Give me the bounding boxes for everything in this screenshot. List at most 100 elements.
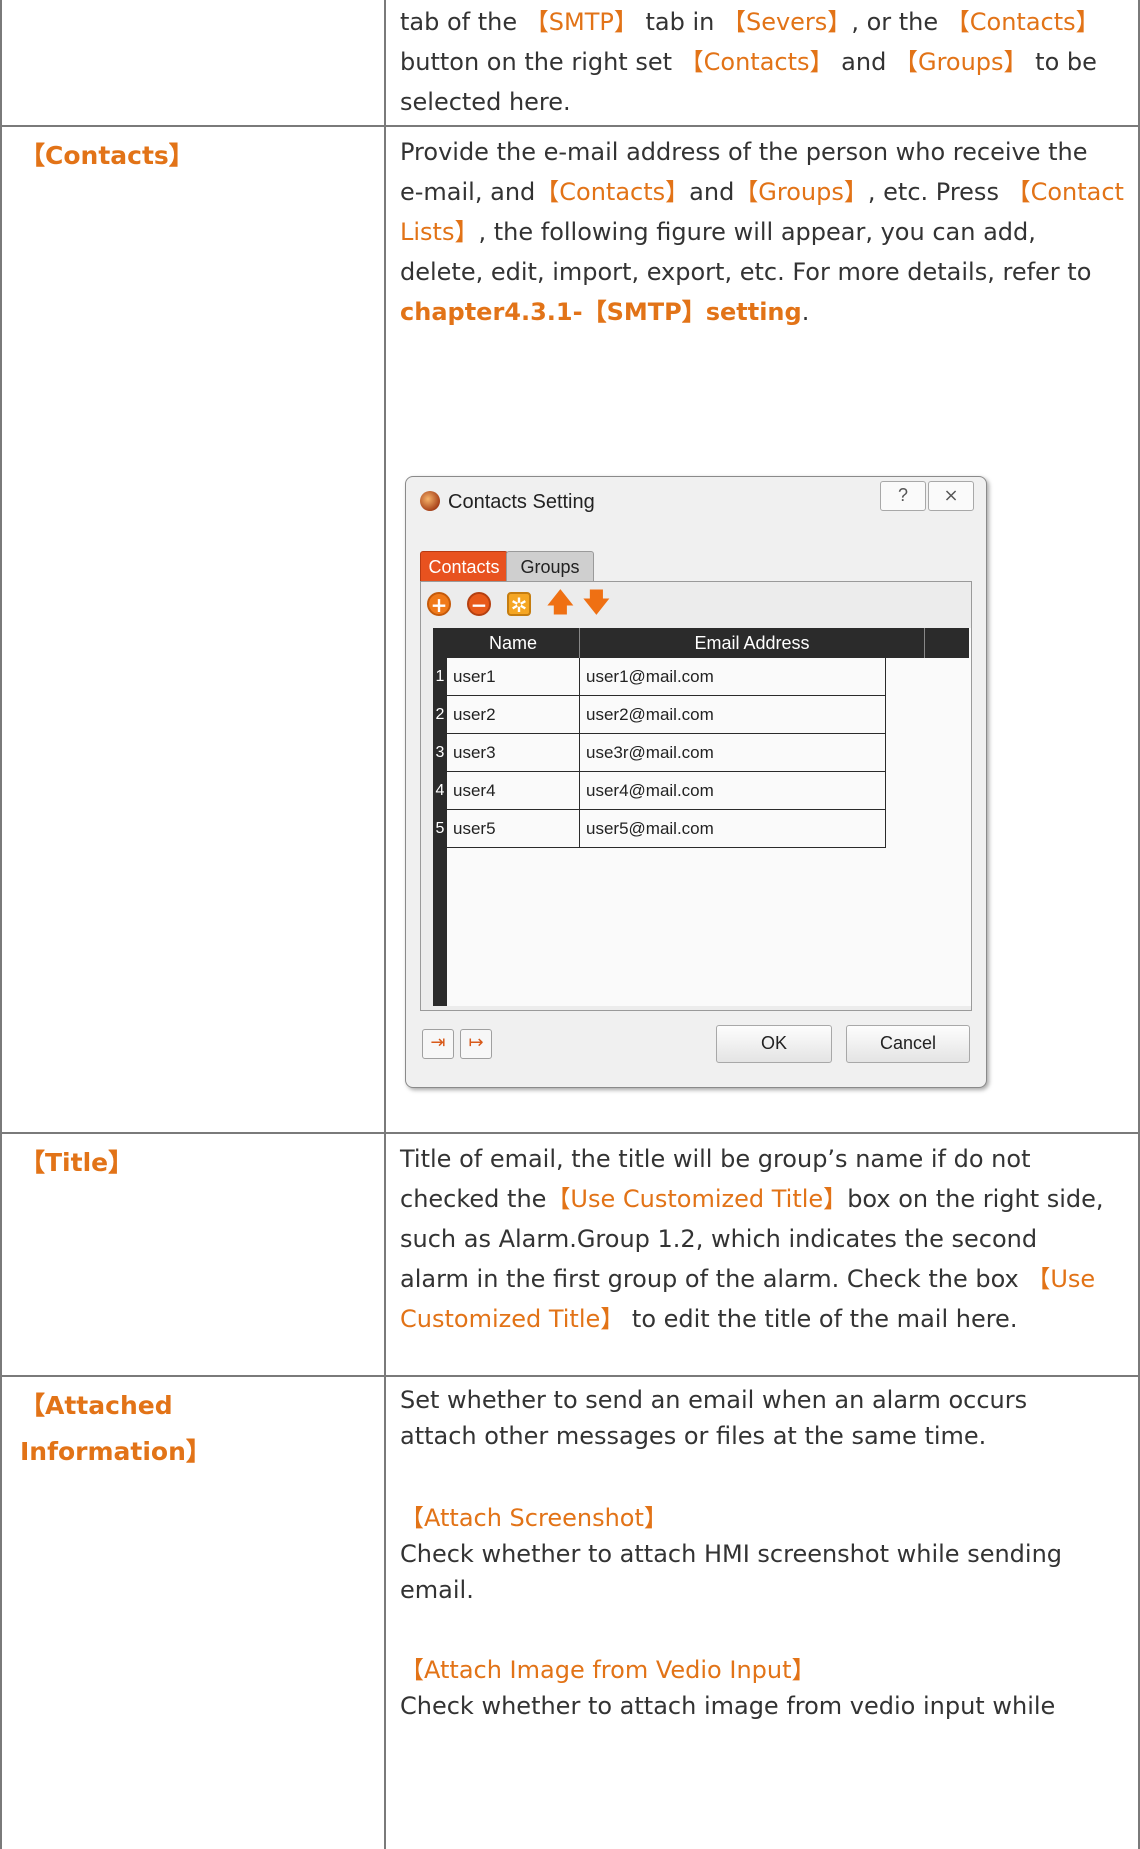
term-contacts: 【Contacts】 (945, 8, 1100, 36)
app-logo-icon (420, 491, 440, 511)
row-divider (0, 1132, 1140, 1134)
row-number: 4 (435, 782, 445, 799)
term-contacts: 【Contacts】 (679, 48, 834, 76)
term-groups: 【Groups】 (734, 178, 868, 206)
table-border-left (0, 0, 2, 1849)
text: to edit the title of the mail here. (624, 1305, 1018, 1333)
close-button[interactable]: ⨯ (928, 481, 974, 511)
text: selected here. (400, 88, 571, 116)
intro-line-1: tab of the 【SMTP】 tab in 【Severs】, or th… (400, 2, 1128, 42)
title-desc-line-5: Customized Title】 to edit the title of t… (400, 1299, 1128, 1339)
attached-label-cell: 【Attached Information】 (0, 1378, 386, 1472)
term-groups: 【Groups】 (893, 48, 1028, 76)
column-header-name[interactable]: Name (447, 628, 580, 658)
text: button on the right set (400, 48, 680, 76)
table-row[interactable]: 2 user2 user2@mail.com (433, 696, 886, 734)
attached-description: Set whether to send an email when an ala… (386, 1378, 1140, 1724)
text: and (689, 178, 735, 206)
title-desc-line-2: checked the【Use Customized Title】box on … (400, 1179, 1128, 1219)
table-row[interactable]: 3 user3 use3r@mail.com (433, 734, 886, 772)
attached-label-line-2: Information】 (20, 1437, 211, 1466)
title-label: 【Title】 (20, 1148, 134, 1177)
attached-desc-line-2: attach other messages or files at the sa… (400, 1422, 987, 1450)
term-contact-lists: 【Contact (1006, 178, 1124, 206)
contacts-label-cell: 【Contacts】 (0, 128, 386, 176)
row-number: 2 (435, 706, 445, 723)
intro-line-2: button on the right set 【Contacts】 and 【… (400, 42, 1128, 82)
cell-name[interactable]: user5 (447, 810, 580, 848)
table-header: Name Email Address (447, 628, 969, 658)
attach-video-image-line-1: Check whether to attach image from vedio… (400, 1692, 1056, 1720)
tab-contacts[interactable]: Contacts (420, 551, 508, 583)
cell-email[interactable]: user4@mail.com (580, 772, 886, 810)
contacts-desc-line-3: Lists】, the following figure will appear… (400, 212, 1128, 252)
title-desc-line-4: alarm in the first group of the alarm. C… (400, 1259, 1128, 1299)
term-use-customized-title: 【Use Customized Title】 (546, 1185, 848, 1213)
cell-email[interactable]: use3r@mail.com (580, 734, 886, 772)
cell-name[interactable]: user4 (447, 772, 580, 810)
cell-email[interactable]: user1@mail.com (580, 658, 886, 696)
term-contacts: 【Contacts】 (535, 178, 690, 206)
move-up-arrow-icon[interactable]: 🡅 (547, 590, 574, 616)
term-use-customized-title: 【Use (1026, 1265, 1096, 1293)
intro-description: tab of the 【SMTP】 tab in 【Severs】, or th… (386, 0, 1140, 122)
text: checked the (400, 1185, 547, 1213)
cancel-button[interactable]: Cancel (846, 1025, 970, 1063)
cell-name[interactable]: user2 (447, 696, 580, 734)
text: tab in (637, 8, 722, 36)
text: and (833, 48, 894, 76)
import-icon[interactable]: ⇥ (422, 1029, 454, 1059)
title-description: Title of email, the title will be group’… (386, 1135, 1140, 1339)
row-number: 1 (435, 668, 445, 685)
text: e-mail, and (400, 178, 536, 206)
title-desc-line-1: Title of email, the title will be group’… (400, 1145, 1031, 1173)
text: tab of the (400, 8, 525, 36)
attach-screenshot-line-2: email. (400, 1576, 474, 1604)
table-row[interactable]: 1 user1 user1@mail.com (433, 658, 886, 696)
contacts-desc-line-4: delete, edit, import, export, etc. For m… (400, 258, 1092, 286)
row-number: 3 (435, 744, 445, 761)
attached-label-line-1: 【Attached (20, 1391, 173, 1420)
cell-email[interactable]: user5@mail.com (580, 810, 886, 848)
cell-name[interactable]: user1 (447, 658, 580, 696)
dialog-title: Contacts Setting (448, 491, 595, 513)
text: , or the (851, 8, 946, 36)
text: box on the right side, (847, 1185, 1104, 1213)
term-use-customized-title: Customized Title】 (400, 1305, 625, 1333)
text: , the following figure will appear, you … (478, 218, 1036, 246)
attached-desc-line-1: Set whether to send an email when an ala… (400, 1386, 1028, 1414)
row-divider (0, 125, 1140, 127)
cell-email[interactable]: user2@mail.com (580, 696, 886, 734)
contacts-table: Name Email Address 1 user1 user1@mail.co… (433, 628, 971, 1006)
settings-gear-icon[interactable]: ✲ (507, 592, 531, 616)
text: to be (1027, 48, 1097, 76)
attach-video-image-heading: 【Attach Image from Vedio Input】 (400, 1656, 816, 1684)
export-icon[interactable]: ↦ (460, 1029, 492, 1059)
tab-groups[interactable]: Groups (506, 551, 594, 583)
contacts-desc-line-2: e-mail, and【Contacts】and【Groups】, etc. P… (400, 172, 1128, 212)
help-button[interactable]: ? (880, 481, 926, 511)
table-row[interactable]: 5 user5 user5@mail.com (433, 810, 886, 848)
dialog-titlebar: Contacts Setting (420, 491, 595, 514)
add-contact-icon[interactable]: + (427, 592, 451, 616)
contacts-label: 【Contacts】 (20, 141, 194, 170)
delete-contact-icon[interactable]: − (467, 592, 491, 616)
text: , etc. Press (867, 178, 1007, 206)
contacts-desc-line-5: chapter4.3.1-【SMTP】setting. (400, 292, 1128, 332)
title-label-cell: 【Title】 (0, 1135, 386, 1183)
attach-screenshot-heading: 【Attach Screenshot】 (400, 1504, 668, 1532)
ok-button[interactable]: OK (716, 1025, 832, 1063)
text: . (801, 298, 810, 326)
contacts-panel: + − ✲ 🡅 🡇 Name Email Address 1 user1 use… (420, 581, 972, 1011)
column-header-email[interactable]: Email Address (580, 628, 925, 658)
document-table: tab of the 【SMTP】 tab in 【Severs】, or th… (0, 0, 1140, 1849)
cell-name[interactable]: user3 (447, 734, 580, 772)
row-divider (0, 1375, 1140, 1377)
attach-screenshot-line-1: Check whether to attach HMI screenshot w… (400, 1540, 1063, 1568)
term-contact-lists: Lists】 (400, 218, 479, 246)
contacts-desc-line-1: Provide the e-mail address of the person… (400, 138, 1088, 166)
chapter-reference-link[interactable]: chapter4.3.1-【SMTP】setting (400, 298, 802, 326)
move-down-arrow-icon[interactable]: 🡇 (583, 590, 610, 616)
row-number: 5 (435, 820, 445, 837)
table-row[interactable]: 4 user4 user4@mail.com (433, 772, 886, 810)
